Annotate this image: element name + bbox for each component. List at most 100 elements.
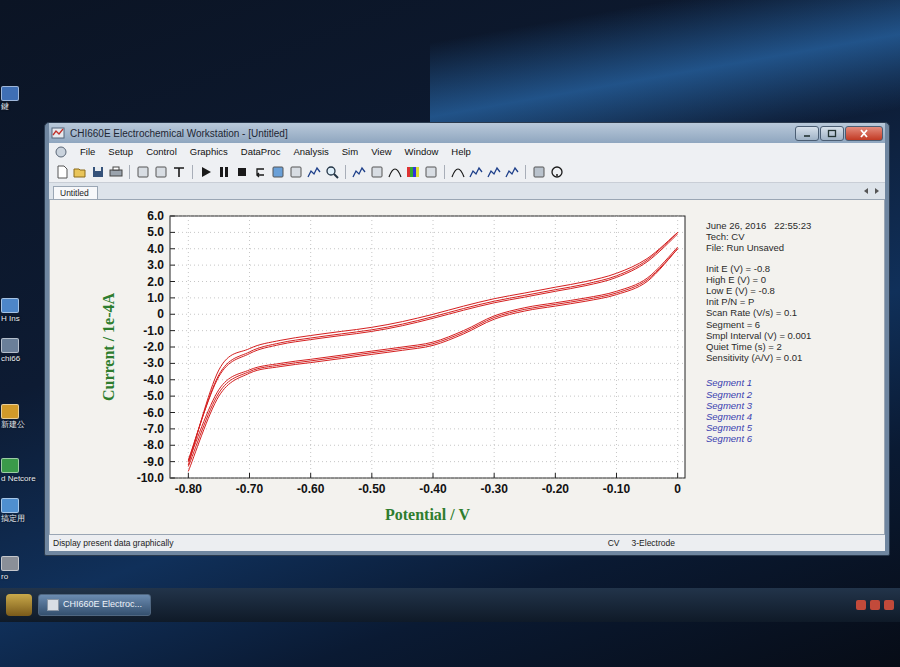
taskbar: CHI660E Electroc... (0, 588, 900, 622)
menu-item[interactable]: Sim (342, 145, 358, 159)
app-icon (47, 599, 59, 611)
run-icon[interactable] (199, 165, 213, 179)
grid-line (170, 445, 685, 446)
fit-icon[interactable] (451, 165, 465, 179)
menu-item[interactable]: Graphics (190, 145, 228, 159)
y-tick-mark (170, 248, 175, 249)
desktop-icon[interactable]: ro (1, 556, 45, 582)
segment-legend-item[interactable]: Segment 1 (706, 377, 880, 388)
add-box (372, 167, 382, 177)
close-button[interactable] (845, 126, 883, 141)
save-icon[interactable] (91, 165, 105, 179)
parameters-icon[interactable] (154, 165, 168, 179)
desktop-icon[interactable]: 搞定用 (1, 498, 45, 524)
y-tick-mark (170, 232, 175, 233)
menu-item[interactable]: Setup (108, 145, 133, 159)
parameter-line: Sensitivity (A/V) = 0.01 (706, 352, 880, 363)
menu-item[interactable]: Window (405, 145, 439, 159)
ir-comp-icon[interactable] (289, 165, 303, 179)
zoom-lens (327, 167, 335, 175)
run-triangle (202, 167, 211, 177)
shortcut-icon (1, 298, 19, 313)
smooth-icon[interactable] (487, 165, 501, 179)
print-icon[interactable] (109, 165, 123, 179)
desktop-icon[interactable]: 鍵 (1, 86, 45, 112)
overlay-icon[interactable] (352, 165, 366, 179)
tray-icon[interactable] (884, 600, 894, 610)
color-icon[interactable] (406, 165, 420, 179)
calc-icon[interactable] (532, 165, 546, 179)
segment-legend-item[interactable]: Segment 6 (706, 433, 880, 444)
tray-icon[interactable] (856, 600, 866, 610)
close-cross (861, 130, 867, 137)
color-stripe (416, 167, 419, 177)
title-bar[interactable]: CHI660E Electrochemical Workstation - [U… (49, 123, 885, 143)
system-menu-icon[interactable] (55, 146, 67, 158)
menu-item[interactable]: Analysis (293, 145, 328, 159)
desktop-icon[interactable]: 新建公 (1, 404, 45, 430)
segment-legend-item[interactable]: Segment 4 (706, 411, 880, 422)
minimize-button[interactable] (795, 126, 819, 141)
y-tick-label: -10.0 (137, 471, 165, 485)
menu-item[interactable]: File (80, 145, 95, 159)
smooth-line (488, 168, 500, 177)
menu-item[interactable]: Control (146, 145, 177, 159)
stop-icon[interactable] (235, 165, 249, 179)
status-message: Display present data graphically (53, 537, 602, 550)
segment-legend-item[interactable]: Segment 3 (706, 400, 880, 411)
text-icon[interactable] (172, 165, 186, 179)
help-icon[interactable] (550, 165, 564, 179)
desktop-icon[interactable]: H Ins (1, 298, 45, 324)
shortcut-icon (1, 338, 19, 353)
y-tick-label: -4.0 (143, 373, 164, 387)
segment-legend: Segment 1Segment 2Segment 3Segment 4Segm… (706, 377, 880, 444)
y-tick-mark (170, 478, 175, 479)
x-tick-mark (555, 473, 556, 478)
menu-item[interactable]: View (371, 145, 391, 159)
scroll-left-icon[interactable] (862, 187, 870, 195)
zoom-icon[interactable] (325, 165, 339, 179)
desktop-icon-label: 鍵 (1, 103, 9, 112)
font-icon[interactable] (424, 165, 438, 179)
new-icon[interactable] (55, 165, 69, 179)
grid-line (170, 379, 685, 380)
deriv-icon[interactable] (505, 165, 519, 179)
reverse-icon[interactable] (253, 165, 267, 179)
menu-item[interactable]: DataProc (241, 145, 281, 159)
y-tick-label: -3.0 (143, 356, 164, 370)
cv-plot: 6.05.04.03.02.01.00-1.0-2.0-3.0-4.0-5.0-… (50, 200, 700, 538)
tray-icon[interactable] (870, 600, 880, 610)
open-icon[interactable] (73, 165, 87, 179)
scroll-right-icon[interactable] (873, 187, 881, 195)
filter-icon[interactable] (271, 165, 285, 179)
y-tick-label: -9.0 (143, 455, 164, 469)
x-tick-mark (310, 473, 311, 478)
document-tab[interactable]: Untitled (53, 186, 98, 199)
start-button[interactable] (6, 594, 32, 616)
grid-line (170, 428, 685, 429)
desktop-icon[interactable]: chi66 (1, 338, 45, 364)
help-dot (556, 174, 558, 176)
peak-icon[interactable] (388, 165, 402, 179)
desktop-icon-label: H Ins (1, 315, 20, 324)
y-axis-label: Current / 1e-4A (100, 292, 117, 401)
desktop-icon[interactable]: d Netcore (1, 458, 45, 484)
add-icon[interactable] (370, 165, 384, 179)
y-tick-label: 1.0 (147, 291, 164, 305)
noise-icon[interactable] (469, 165, 483, 179)
grid-line (677, 216, 678, 478)
graph-icon[interactable] (307, 165, 321, 179)
segment-legend-item[interactable]: Segment 2 (706, 389, 880, 400)
info-spacer (706, 254, 880, 263)
cv-segment-line (188, 249, 677, 472)
calc-box (534, 167, 544, 177)
grid-line (433, 216, 434, 478)
taskbar-button[interactable]: CHI660E Electroc... (38, 594, 151, 616)
y-tick-label: 3.0 (147, 258, 164, 272)
pause-icon[interactable] (217, 165, 231, 179)
technique-icon[interactable] (136, 165, 150, 179)
menu-item[interactable]: Help (451, 145, 471, 159)
grid-line (170, 281, 685, 282)
maximize-button[interactable] (820, 126, 844, 141)
segment-legend-item[interactable]: Segment 5 (706, 422, 880, 433)
